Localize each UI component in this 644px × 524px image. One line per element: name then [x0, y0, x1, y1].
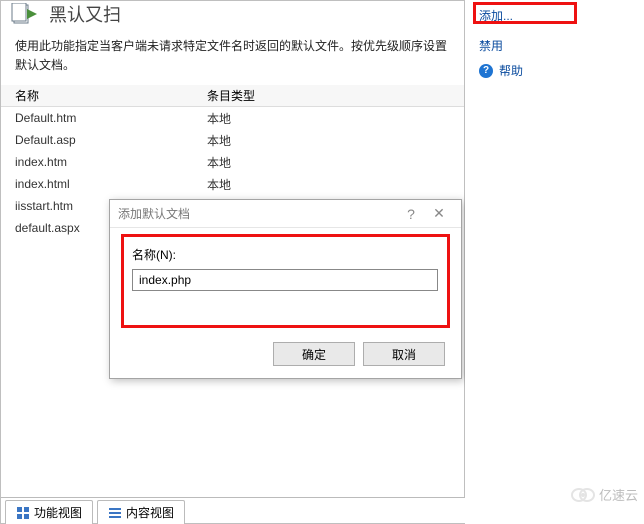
name-input[interactable] — [132, 269, 438, 291]
dialog-title-text: 添加默认文档 — [118, 205, 190, 222]
table-row[interactable]: Default.asp 本地 — [1, 129, 464, 151]
page-description: 使用此功能指定当客户端未请求特定文件名时返回的默认文件。按优先级顺序设置默认文档… — [1, 27, 464, 81]
table-row[interactable]: index.html 本地 — [1, 173, 464, 195]
tab-label: 功能视图 — [34, 504, 82, 521]
default-document-icon — [11, 2, 43, 26]
cancel-button[interactable]: 取消 — [363, 342, 445, 366]
tab-label: 内容视图 — [126, 504, 174, 521]
help-circle-icon: ? — [479, 64, 493, 78]
col-type-header: 条目类型 — [201, 87, 464, 104]
add-default-document-dialog: 添加默认文档 ? ✕ 名称(N): 确定 取消 — [109, 199, 462, 379]
page-title: 黑认又扫 — [49, 1, 121, 27]
tab-features-view[interactable]: 功能视图 — [5, 500, 93, 524]
col-name-header: 名称 — [1, 87, 201, 104]
table-row[interactable]: index.htm 本地 — [1, 151, 464, 173]
actions-panel: 添加... 禁用 ? 帮助 — [465, 0, 644, 524]
tab-content-view[interactable]: 内容视图 — [97, 500, 185, 524]
content-icon — [108, 506, 122, 520]
watermark: 亿速云 — [571, 485, 638, 504]
action-help[interactable]: ? 帮助 — [465, 58, 644, 83]
table-row[interactable]: Default.htm 本地 — [1, 107, 464, 129]
table-header: 名称 条目类型 — [1, 85, 464, 107]
ok-button[interactable]: 确定 — [273, 342, 355, 366]
dialog-titlebar[interactable]: 添加默认文档 ? ✕ — [110, 200, 461, 228]
action-disable[interactable]: 禁用 — [465, 33, 644, 58]
view-tabs: 功能视图 内容视图 — [1, 497, 466, 523]
name-label: 名称(N): — [132, 246, 439, 263]
close-icon[interactable]: ✕ — [425, 205, 453, 222]
page-header: 黑认又扫 — [1, 1, 464, 27]
main-panel: 黑认又扫 使用此功能指定当客户端未请求特定文件名时返回的默认文件。按优先级顺序设… — [0, 0, 465, 524]
help-icon[interactable]: ? — [397, 206, 425, 222]
action-add[interactable]: 添加... — [471, 4, 638, 27]
features-icon — [16, 506, 30, 520]
